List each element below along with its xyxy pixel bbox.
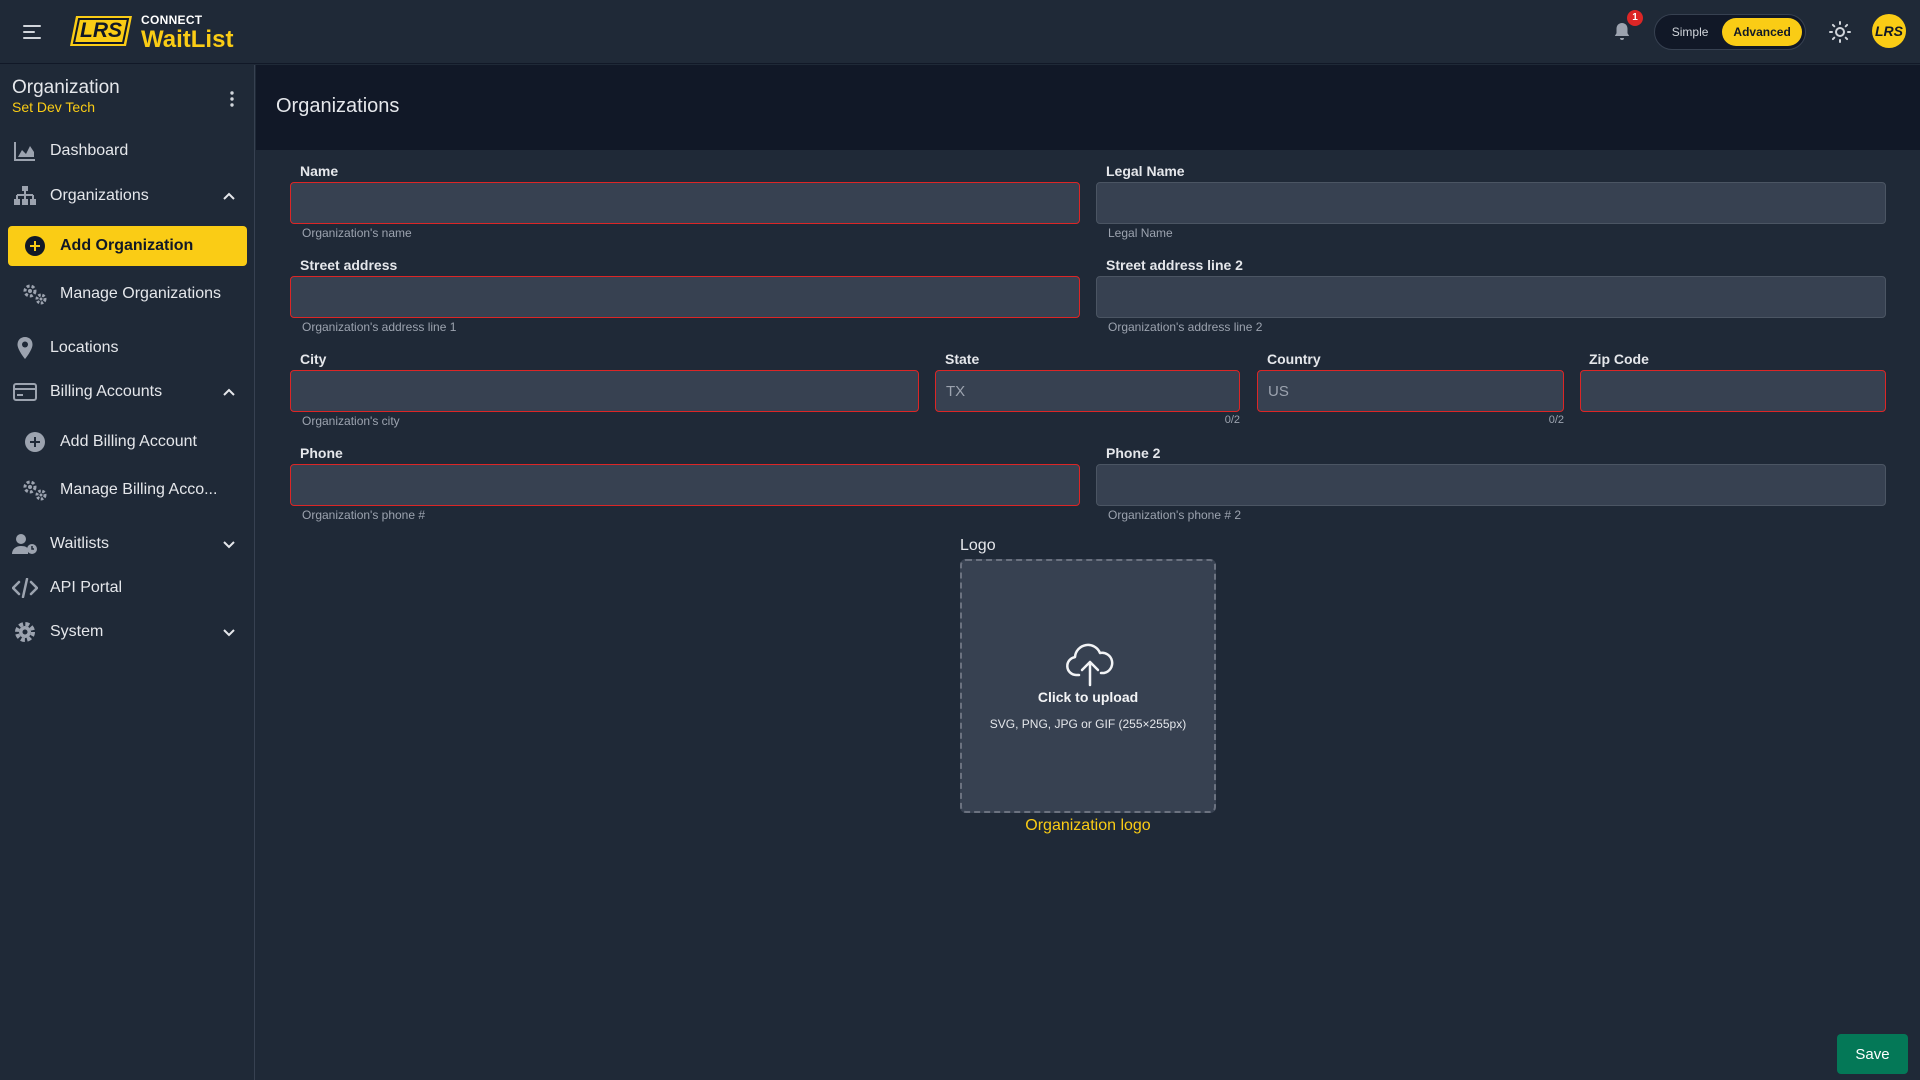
legal-name-label: Legal Name: [1106, 163, 1185, 179]
gears-icon: [22, 477, 48, 503]
cloud-upload-icon: [1066, 643, 1114, 687]
gears-icon: [22, 281, 48, 307]
chevron-down-icon: [223, 541, 235, 549]
gear-icon: [12, 619, 38, 645]
sidebar-item-manage-organizations[interactable]: Manage Organizations: [8, 274, 247, 314]
logo-caption: Organization logo: [1025, 817, 1151, 834]
credit-card-icon: [12, 379, 38, 405]
phone2-input[interactable]: [1096, 464, 1886, 506]
logo-upload-dropzone[interactable]: Click to upload SVG, PNG, JPG or GIF (25…: [960, 559, 1216, 813]
sidebar-item-label: Waitlists: [50, 535, 109, 552]
sidebar-item-locations[interactable]: Locations: [8, 328, 247, 368]
street2-hint: Organization's address line 2: [1108, 320, 1263, 334]
sidebar-item-add-billing-account[interactable]: Add Billing Account: [8, 422, 247, 462]
street-hint: Organization's address line 1: [302, 320, 457, 334]
country-input[interactable]: [1257, 370, 1564, 412]
sidebar-item-billing-accounts[interactable]: Billing Accounts: [8, 372, 247, 412]
sidebar-item-label: Manage Billing Acco...: [60, 481, 218, 498]
upload-title: Click to upload: [1037, 689, 1139, 705]
name-hint: Organization's name: [302, 226, 412, 240]
sidebar-item-organizations[interactable]: Organizations: [8, 176, 247, 216]
org-title: Organization: [12, 77, 120, 98]
sidebar-item-label: Manage Organizations: [60, 285, 221, 302]
name-label: Name: [300, 163, 339, 179]
sidebar-item-label: API Portal: [50, 579, 123, 596]
phone2-label: Phone 2: [1106, 445, 1161, 461]
sidebar-item-api-portal[interactable]: API Portal: [8, 568, 247, 608]
state-input[interactable]: [935, 370, 1240, 412]
phone-hint: Organization's phone #: [302, 508, 426, 522]
page-title: Organizations: [276, 95, 400, 117]
sidebar: Organization Set Dev Tech Dashboard Orga…: [0, 65, 255, 1080]
city-input[interactable]: [290, 370, 919, 412]
sidebar-item-waitlists[interactable]: Waitlists: [8, 524, 247, 564]
chart-area-icon: [12, 138, 38, 164]
chevron-up-icon: [223, 388, 235, 396]
mode-toggle: Simple Advanced: [1654, 14, 1806, 50]
hamburger-menu-icon[interactable]: [20, 20, 44, 44]
mode-simple-option[interactable]: Simple: [1658, 18, 1722, 46]
chevron-down-icon: [223, 629, 235, 637]
zip-label: Zip Code: [1589, 351, 1649, 367]
phone2-hint: Organization's phone # 2: [1108, 508, 1242, 522]
sidebar-item-label: Add Billing Account: [60, 433, 197, 450]
city-hint: Organization's city: [302, 414, 400, 428]
avatar-text: LRS: [1875, 23, 1903, 39]
sidebar-item-add-organization[interactable]: Add Organization: [8, 226, 247, 266]
chevron-up-icon: [223, 192, 235, 200]
country-label: Country: [1267, 351, 1321, 367]
brand-subtitle: CONNECT: [141, 13, 203, 27]
legal-name-input[interactable]: [1096, 182, 1886, 224]
phone-label: Phone: [300, 445, 343, 461]
sidebar-item-label: System: [50, 623, 104, 640]
save-button[interactable]: Save: [1837, 1034, 1908, 1074]
map-pin-icon: [12, 335, 38, 361]
state-label: State: [945, 351, 980, 367]
page-header: Organizations: [256, 65, 1920, 150]
plus-circle-icon: [22, 233, 48, 259]
sun-icon[interactable]: [1828, 20, 1852, 44]
phone-input[interactable]: [290, 464, 1080, 506]
country-counter: 0/2: [1548, 414, 1564, 426]
name-input[interactable]: [290, 182, 1080, 224]
sidebar-item-label: Add Organization: [60, 237, 194, 254]
street-label: Street address: [300, 257, 398, 273]
zip-input[interactable]: [1580, 370, 1886, 412]
sidebar-item-manage-billing-accounts[interactable]: Manage Billing Acco...: [8, 470, 247, 510]
sidebar-item-label: Locations: [50, 339, 119, 356]
state-counter: 0/2: [1224, 414, 1240, 426]
city-label: City: [300, 351, 327, 367]
top-bar: LRS CONNECT WaitList 1 Simple Advanced L…: [0, 0, 1920, 64]
logo-label: Logo: [960, 537, 996, 554]
avatar[interactable]: LRS: [1872, 14, 1906, 48]
code-icon: [12, 575, 38, 601]
user-clock-icon: [12, 531, 38, 557]
sidebar-item-system[interactable]: System: [8, 612, 247, 652]
street-input[interactable]: [290, 276, 1080, 318]
mode-advanced-option[interactable]: Advanced: [1722, 18, 1802, 46]
sidebar-item-label: Organizations: [50, 187, 149, 204]
upload-formats: SVG, PNG, JPG or GIF (255×255px): [989, 717, 1187, 731]
sidebar-item-label: Dashboard: [50, 142, 129, 159]
notification-badge: 1: [1627, 10, 1643, 26]
street2-input[interactable]: [1096, 276, 1886, 318]
kebab-menu-icon[interactable]: [222, 89, 242, 109]
brand-title: WaitList: [141, 26, 234, 53]
lrs-logo-text: LRS: [80, 19, 122, 42]
street2-label: Street address line 2: [1106, 257, 1243, 273]
legal-name-hint: Legal Name: [1108, 226, 1173, 240]
sitemap-icon: [12, 183, 38, 209]
org-subtitle: Set Dev Tech: [12, 99, 96, 115]
sidebar-item-label: Billing Accounts: [50, 383, 163, 400]
plus-circle-icon: [22, 429, 48, 455]
sidebar-item-dashboard[interactable]: Dashboard: [8, 131, 247, 171]
